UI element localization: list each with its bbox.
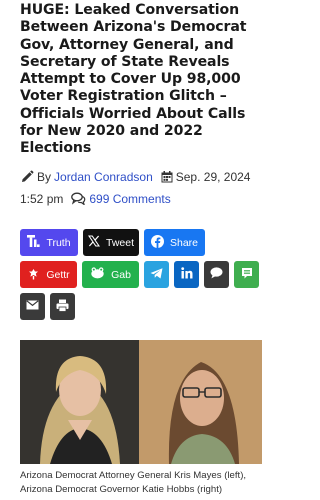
comments-link[interactable]: 699 Comments xyxy=(89,188,170,210)
article-photo xyxy=(20,340,262,464)
by-label: By xyxy=(37,169,52,184)
gettr-icon xyxy=(27,267,40,283)
truth-share-button[interactable]: Truth xyxy=(20,229,78,256)
print-share-button[interactable] xyxy=(50,293,75,320)
groupme-icon xyxy=(241,267,253,283)
linkedin-icon xyxy=(180,267,193,282)
share-row-1: Truth Tweet Share xyxy=(20,229,270,256)
facebook-label: Share xyxy=(169,236,199,249)
photo-left-person xyxy=(20,340,139,464)
sms-icon xyxy=(210,267,223,282)
meta-row-author: By Jordan Conradson Sep. 29, 2024 xyxy=(20,166,265,188)
article-meta: By Jordan Conradson Sep. 29, 2024 1:52 p… xyxy=(20,166,265,210)
article-header: HUGE: Leaked Conversation Between Arizon… xyxy=(20,2,265,210)
sms-share-button[interactable] xyxy=(204,261,229,288)
facebook-icon xyxy=(150,234,164,251)
publish-time: 1:52 pm xyxy=(20,191,64,206)
gab-icon xyxy=(90,267,105,282)
print-icon xyxy=(56,299,69,315)
pencil-icon xyxy=(20,170,34,184)
twitter-label: Tweet xyxy=(105,236,134,249)
twitter-share-button[interactable]: Tweet xyxy=(83,229,139,256)
share-buttons: Truth Tweet Share Gettr Gab xyxy=(20,229,270,325)
gettr-share-button[interactable]: Gettr xyxy=(20,261,77,288)
telegram-share-button[interactable] xyxy=(144,261,169,288)
calendar-icon xyxy=(161,170,173,183)
email-icon xyxy=(26,300,39,313)
photo-caption: Arizona Democrat Attorney General Kris M… xyxy=(20,470,247,495)
article-headline: HUGE: Leaked Conversation Between Arizon… xyxy=(20,2,247,157)
gab-share-button[interactable]: Gab xyxy=(82,261,139,288)
meta-row-time: 1:52 pm 699 Comments xyxy=(20,188,265,210)
photo-right-person xyxy=(139,340,262,464)
groupme-share-button[interactable] xyxy=(234,261,259,288)
x-icon xyxy=(87,235,101,250)
author-link[interactable]: Jordan Conradson xyxy=(54,166,153,188)
truth-label: Truth xyxy=(46,236,71,249)
telegram-icon xyxy=(150,267,163,282)
share-row-2: Gettr Gab xyxy=(20,261,270,288)
truth-icon xyxy=(27,235,41,250)
facebook-share-button[interactable]: Share xyxy=(144,229,205,256)
gettr-label: Gettr xyxy=(46,268,70,281)
comments-icon xyxy=(71,192,86,206)
linkedin-share-button[interactable] xyxy=(174,261,199,288)
publish-date: Sep. 29, 2024 xyxy=(175,169,251,184)
gab-label: Gab xyxy=(111,268,131,281)
share-row-3 xyxy=(20,293,270,320)
email-share-button[interactable] xyxy=(20,293,45,320)
